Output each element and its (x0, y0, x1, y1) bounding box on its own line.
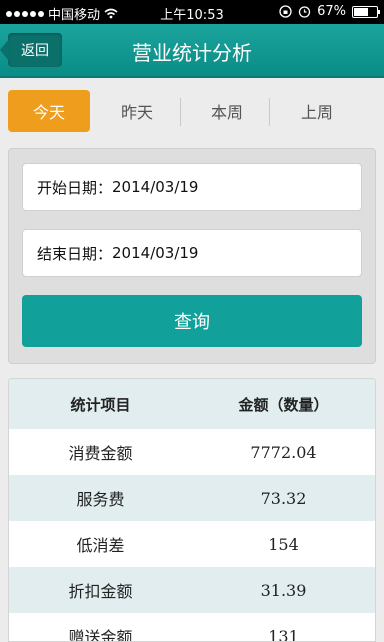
row-amount-value: 154 (192, 535, 375, 554)
status-bar: 中国移动 上午10:53 67% (0, 0, 384, 24)
page-title: 营业统计分析 (0, 37, 384, 66)
nav-bar: 返回 营业统计分析 (0, 24, 384, 76)
table-row: 折扣金额 31.39 (9, 567, 375, 613)
battery-percent: 67% (317, 4, 346, 19)
end-date-field[interactable]: 结束日期： 2014/03/19 (22, 229, 362, 277)
tab-divider (180, 98, 181, 126)
table-row: 赠送金额 131 (9, 613, 375, 642)
battery-icon (352, 6, 378, 18)
row-amount-value: 7772.04 (192, 443, 375, 462)
end-date-value: 2014/03/19 (112, 244, 198, 262)
row-item-label: 折扣金额 (9, 578, 192, 602)
start-date-value: 2014/03/19 (112, 178, 198, 196)
period-tabs: 今天 昨天 本周 上周 (8, 90, 372, 132)
row-item-label: 消费金额 (9, 440, 192, 464)
row-item-label: 低消差 (9, 532, 192, 556)
table-row: 消费金额 7772.04 (9, 429, 375, 475)
row-amount-value: 73.32 (192, 489, 375, 508)
tab-this-week[interactable]: 本周 (186, 90, 268, 132)
query-panel: 开始日期： 2014/03/19 结束日期： 2014/03/19 查询 (8, 148, 376, 364)
tab-today[interactable]: 今天 (8, 90, 90, 132)
table-row: 低消差 154 (9, 521, 375, 567)
rotation-lock-icon (279, 5, 292, 18)
start-date-label: 开始日期： (37, 177, 112, 198)
query-button[interactable]: 查询 (22, 295, 362, 347)
stats-table: 统计项目 金额（数量） 消费金额 7772.04 服务费 73.32 低消差 1… (8, 378, 376, 642)
table-row: 服务费 73.32 (9, 475, 375, 521)
row-item-label: 赠送金额 (9, 624, 192, 642)
row-amount-value: 31.39 (192, 581, 375, 600)
column-header-item: 统计项目 (9, 394, 192, 415)
tab-last-week[interactable]: 上周 (276, 90, 358, 132)
end-date-label: 结束日期： (37, 243, 112, 264)
alarm-icon (298, 5, 311, 18)
column-header-amount: 金额（数量） (192, 394, 375, 415)
start-date-field[interactable]: 开始日期： 2014/03/19 (22, 163, 362, 211)
tab-divider (269, 98, 270, 126)
row-item-label: 服务费 (9, 486, 192, 510)
table-header: 统计项目 金额（数量） (9, 379, 375, 429)
tab-yesterday[interactable]: 昨天 (96, 90, 178, 132)
